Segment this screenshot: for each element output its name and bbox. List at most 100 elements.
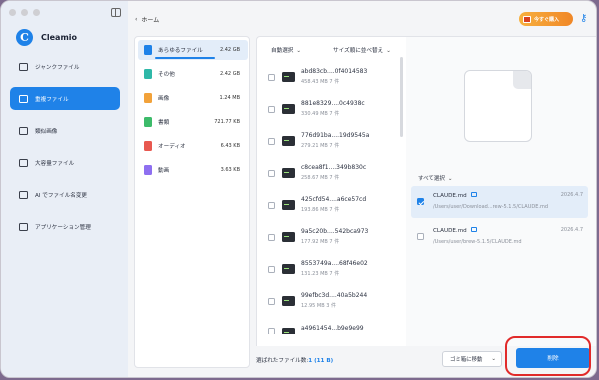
zoom-window-button[interactable] [33,9,40,16]
category-label: 動画 [158,168,170,174]
sidebar-toggle-icon[interactable] [111,8,121,17]
close-window-button[interactable] [9,9,16,16]
file-group-meta: 131.23 MB 7 件 [301,271,340,277]
sidebar-item-duplicate-files[interactable]: 重複ファイル [10,87,120,110]
file-group-name: 99efbc3d....40a5b244 [301,292,368,299]
buy-now-button[interactable]: 今すぐ購入 [519,12,573,26]
file-group-name: a4961454...b9e9e99 [301,325,364,332]
category-size: 3.63 KB [220,167,240,173]
brand: C Cleamio [16,29,77,46]
duplicate-path: /Users/user/Download...rew-5.1.5/CLAUDE.… [433,204,549,210]
sidebar-item-junk-files[interactable]: ジャンクファイル [10,55,120,78]
category-audio[interactable]: オーディオ 6.43 KB [138,136,248,156]
ai-rename-icon [19,190,28,199]
file-group-row[interactable]: 9a5c20b....542bca973 177.92 MB 7 件 [268,224,403,252]
file-group-row[interactable]: a4961454...b9e9e99 [268,320,403,334]
app-window: C Cleamio ジャンクファイル 重複ファイル 類似画像 大容量ファイル A… [0,0,597,378]
file-group-row[interactable]: 425cfd54....a6ce57cd 193.86 MB 7 件 [268,192,403,220]
sidebar-item-large-files[interactable]: 大容量ファイル [10,151,120,174]
duplicate-files-icon [19,94,28,103]
category-all-files[interactable]: あらゆるファイル 2.42 GB [138,40,248,60]
file-group-row[interactable]: 776d91ba....19d9545a 279.21 MB 7 件 [268,128,403,156]
document-file-icon [144,117,152,127]
category-label: その他 [158,72,175,78]
large-file-icon [19,158,28,167]
duplicate-name: CLAUDE.md [433,227,477,234]
file-group-name: 881e8329....0c4938c [301,100,365,107]
file-group-checkbox[interactable] [268,266,275,273]
file-group-row[interactable]: 881e8329....0c4938c 330.49 MB 7 件 [268,96,403,124]
category-progress [155,57,215,59]
file-type-icon [282,200,295,210]
duplicate-filename: CLAUDE.md [433,228,467,234]
chevron-left-icon: ‹ [135,16,138,23]
category-video[interactable]: 動画 3.63 KB [138,160,248,180]
gift-icon [523,15,531,23]
duplicate-checkbox[interactable] [417,233,424,240]
category-label: あらゆるファイル [158,48,203,54]
sort-by-dropdown[interactable]: サイズ順に並べ替え ⌄ [333,46,391,54]
file-group-row[interactable]: abd83cb....0f4014583 458.43 MB 7 件 [268,64,403,92]
file-group-row[interactable]: 8553749a....68f46e02 131.23 MB 7 件 [268,256,403,284]
file-group-checkbox[interactable] [268,106,275,113]
file-group-row[interactable]: 99efbc3d....40a5b244 12.95 MB 3 件 [268,288,403,316]
auto-select-dropdown[interactable]: 自動選択 ⌄ [271,46,301,54]
file-type-icon [282,136,295,146]
selected-files-prefix: 選ばれたファイル数: [256,358,309,364]
file-group-checkbox[interactable] [268,138,275,145]
category-size: 721.77 KB [214,119,240,125]
apps-icon [19,222,28,231]
duplicate-path: /Users/user/brew-5.1.5/CLAUDE.md [433,239,522,245]
sidebar-item-app-manager[interactable]: アプリケーション管理 [10,215,120,238]
sidebar-item-label: 大容量ファイル [35,160,75,167]
folder-icon[interactable] [470,192,477,197]
select-all-label: すべて選択 [418,176,445,182]
file-group-meta: 279.21 MB 7 件 [301,143,340,149]
delete-method-dropdown[interactable]: ゴミ箱に移動 ⌄ [442,351,502,367]
file-group-checkbox[interactable] [268,74,275,81]
duplicate-name: CLAUDE.md [433,192,477,199]
sidebar-item-label: アプリケーション管理 [35,224,91,231]
file-group-checkbox[interactable] [268,234,275,241]
broom-icon [19,62,28,71]
category-other[interactable]: その他 2.42 GB [138,64,248,84]
file-type-icon [282,104,295,114]
sidebar-nav: ジャンクファイル 重複ファイル 類似画像 大容量ファイル AI でファイル名変更… [10,55,120,247]
chevron-down-icon: ⌄ [491,356,496,362]
video-file-icon [144,165,152,175]
file-group-row[interactable]: c8cea8f1....349b830c 258.67 MB 7 件 [268,160,403,188]
category-label: 画像 [158,96,170,102]
sidebar-item-label: AI でファイル名変更 [35,192,88,199]
minimize-window-button[interactable] [21,9,28,16]
duplicate-item[interactable]: CLAUDE.md 2026.4.7 /Users/user/Download.… [411,186,588,218]
category-size: 6.43 KB [220,143,240,149]
select-all-toggle[interactable]: すべて選択 ⌄ [418,174,453,182]
category-size: 1.24 MB [219,95,240,101]
file-group-name: 8553749a....68f46e02 [301,260,368,267]
window-controls [9,9,40,16]
sidebar-item-similar-images[interactable]: 類似画像 [10,119,120,142]
duplicate-item[interactable]: CLAUDE.md 2026.4.7 /Users/user/brew-5.1.… [411,221,588,253]
duplicate-checkbox[interactable] [417,198,424,205]
preview-panel: すべて選択 ⌄ CLAUDE.md 2026.4.7 /Users/user/Do… [406,36,596,346]
file-group-checkbox[interactable] [268,298,275,305]
key-icon[interactable]: ⚷ [580,13,591,24]
file-group-checkbox[interactable] [268,328,275,334]
cleamio-logo-icon: C [16,29,33,46]
category-label: オーディオ [158,144,186,150]
file-group-checkbox[interactable] [268,202,275,209]
folder-icon[interactable] [470,227,477,232]
document-preview-icon [464,70,532,142]
sidebar-item-label: 類似画像 [35,128,58,135]
category-documents[interactable]: 書類 721.77 KB [138,112,248,132]
chevron-down-icon: ⌄ [386,48,391,54]
category-size: 2.42 GB [219,71,240,77]
sidebar-item-ai-rename[interactable]: AI でファイル名変更 [10,183,120,206]
category-size: 2.42 GB [219,47,240,53]
file-group-checkbox[interactable] [268,170,275,177]
file-group-meta: 12.95 MB 3 件 [301,303,337,309]
category-images[interactable]: 画像 1.24 MB [138,88,248,108]
back-button[interactable]: ‹ ホーム [135,15,159,24]
category-label: 書類 [158,120,170,126]
file-type-icon [282,72,295,82]
